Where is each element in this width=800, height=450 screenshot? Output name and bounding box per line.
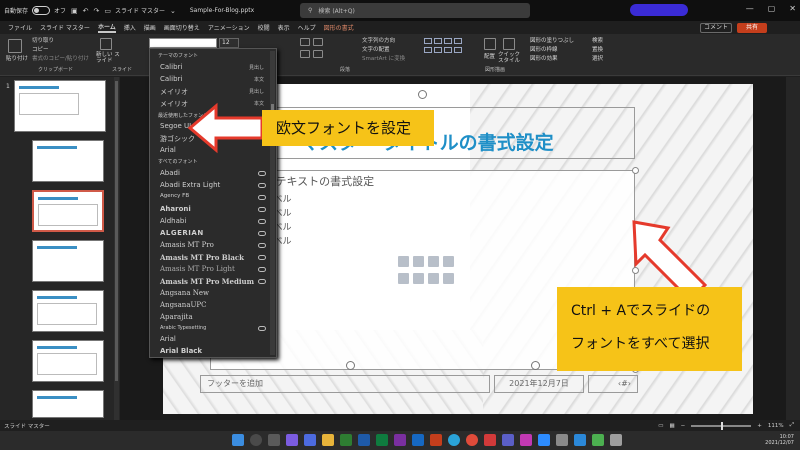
system-clock[interactable]: 10:07 2021/12/07 xyxy=(765,434,794,446)
zoom-in-icon[interactable]: + xyxy=(757,423,762,429)
taskbar: 10:07 2021/12/07 xyxy=(0,431,800,450)
chrome-icon[interactable] xyxy=(466,434,478,446)
app-icon[interactable] xyxy=(340,434,352,446)
widgets-icon[interactable] xyxy=(286,434,298,446)
app-icon[interactable] xyxy=(538,434,550,446)
callout-western-font: 欧文フォントを設定 xyxy=(262,110,434,146)
normal-view-icon[interactable]: ▭ xyxy=(658,423,663,429)
callout-select-all: Ctrl + Aでスライドの フォントをすべて選択 xyxy=(557,287,742,371)
search-taskbar-icon[interactable] xyxy=(250,434,262,446)
fit-slide-icon[interactable]: ⤢ xyxy=(790,422,794,429)
app-icon[interactable] xyxy=(502,434,514,446)
annotation-arrows xyxy=(187,102,708,303)
word-icon[interactable] xyxy=(358,434,370,446)
clock-date: 2021/12/07 xyxy=(765,440,794,446)
zoom-out-icon[interactable]: − xyxy=(681,423,686,429)
left-arrow-icon xyxy=(187,102,264,154)
explorer-icon[interactable] xyxy=(322,434,334,446)
outlook-icon[interactable] xyxy=(412,434,424,446)
teams-icon[interactable] xyxy=(304,434,316,446)
zoom-slider[interactable] xyxy=(691,421,752,430)
app-icon[interactable] xyxy=(556,434,568,446)
zoom-level[interactable]: 111% xyxy=(768,423,784,429)
app-icon[interactable] xyxy=(520,434,532,446)
app-icon[interactable] xyxy=(610,434,622,446)
app-icon[interactable] xyxy=(484,434,496,446)
sorter-view-icon[interactable]: ▦ xyxy=(669,423,674,429)
onenote-icon[interactable] xyxy=(394,434,406,446)
callout-line-1: Ctrl + Aでスライドの xyxy=(571,303,711,319)
app-icon[interactable] xyxy=(574,434,586,446)
app-icon[interactable] xyxy=(592,434,604,446)
view-mode-label: スライド マスター xyxy=(4,423,50,430)
status-bar: スライド マスター ▭ ▦ − + 111% ⤢ xyxy=(0,420,800,431)
status-right: ▭ ▦ − + 111% ⤢ xyxy=(658,421,794,430)
task-view-icon[interactable] xyxy=(268,434,280,446)
edge-icon[interactable] xyxy=(448,434,460,446)
powerpoint-icon[interactable] xyxy=(430,434,442,446)
callout-line-2: フォントをすべて選択 xyxy=(571,336,710,352)
start-icon[interactable] xyxy=(232,434,244,446)
excel-icon[interactable] xyxy=(376,434,388,446)
